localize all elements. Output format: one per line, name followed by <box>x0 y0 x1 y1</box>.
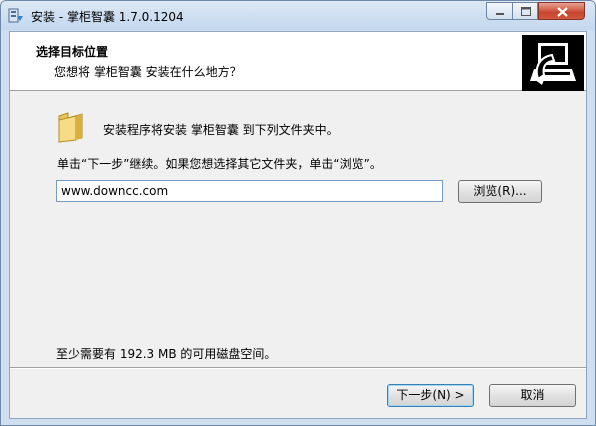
installer-window: 安装 - 掌柜智囊 1.7.0.1204 选择目标位置 您想将 掌柜智囊 安装在… <box>0 0 596 426</box>
info-text: 安装程序将安装 掌柜智囊 到下列文件夹中。 <box>103 123 339 137</box>
browse-button[interactable]: 浏览(R)... <box>458 180 542 203</box>
next-button[interactable]: 下一步(N) > <box>387 384 474 407</box>
cancel-button[interactable]: 取消 <box>489 384 576 407</box>
install-path-input[interactable] <box>56 180 443 202</box>
close-icon <box>557 7 568 17</box>
page-title: 选择目标位置 <box>36 45 109 59</box>
folder-icon <box>58 112 83 143</box>
computer-install-icon <box>522 35 584 91</box>
installer-app-icon <box>8 8 23 23</box>
footer-divider <box>10 367 586 369</box>
page-subtitle: 您想将 掌柜智囊 安装在什么地方？ <box>54 65 242 79</box>
window-title: 安装 - 掌柜智囊 1.7.0.1204 <box>31 10 184 24</box>
close-button[interactable] <box>538 2 585 20</box>
wizard-client-area: 选择目标位置 您想将 掌柜智囊 安装在什么地方？ 安装程序将安装 掌柜智囊 到下… <box>9 31 587 419</box>
maximize-icon <box>521 7 531 16</box>
wizard-header: 选择目标位置 您想将 掌柜智囊 安装在什么地方？ <box>10 32 586 91</box>
maximize-button[interactable] <box>512 2 538 20</box>
minimize-button[interactable] <box>486 2 512 20</box>
minimize-icon <box>496 13 504 15</box>
instruction-text: 单击“下一步”继续。如果您想选择其它文件夹，单击“浏览”。 <box>57 157 382 171</box>
disk-space-text: 至少需要有 192.3 MB 的可用磁盘空间。 <box>56 347 277 361</box>
title-bar[interactable]: 安装 - 掌柜智囊 1.7.0.1204 <box>1 1 595 30</box>
